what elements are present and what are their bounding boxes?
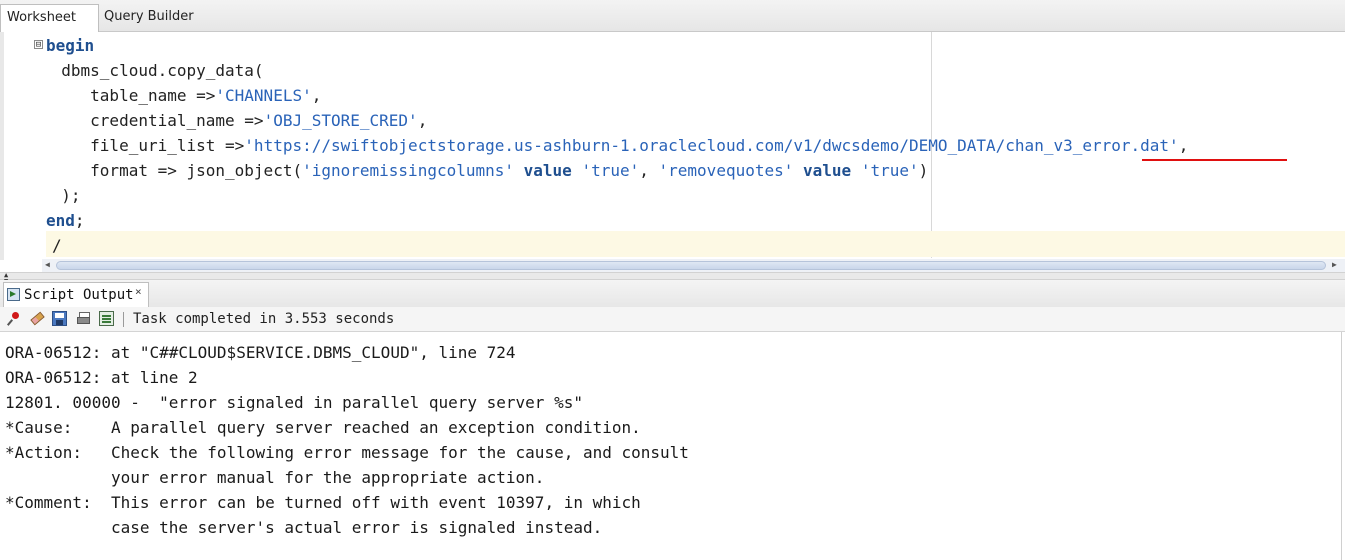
output-line: case the server's actual error is signal…: [5, 518, 603, 537]
code-text: /: [52, 236, 62, 255]
code-line-4: credential_name =>'OBJ_STORE_CRED',: [42, 108, 427, 133]
keyword: value: [514, 161, 582, 180]
scroll-left-icon[interactable]: ◀: [45, 260, 50, 269]
output-line: 12801. 00000 - "error signaled in parall…: [5, 393, 583, 412]
panel-splitter[interactable]: ▲ ▼: [0, 271, 1345, 285]
output-line: *Cause: A parallel query server reached …: [5, 418, 641, 437]
code-line-9: /: [52, 233, 62, 258]
output-right-border: [1341, 332, 1342, 560]
close-icon[interactable]: ×: [135, 280, 142, 304]
output-line: *Comment: This error can be turned off w…: [5, 493, 641, 512]
output-line: ORA-06512: at "C##CLOUD$SERVICE.DBMS_CLO…: [5, 343, 516, 362]
output-line: your error manual for the appropriate ac…: [5, 468, 545, 487]
code-line-2: dbms_cloud.copy_data(: [42, 58, 264, 83]
script-output-area[interactable]: * ORA-06512: at "C##CLOUD$SERVICE.DBMS_C…: [0, 332, 1345, 560]
output-icon[interactable]: [99, 311, 114, 326]
current-line-highlight: [46, 231, 1345, 257]
string-literal: 'OBJ_STORE_CRED': [263, 111, 418, 130]
eraser-icon[interactable]: [30, 311, 45, 326]
tab-worksheet[interactable]: Worksheet: [0, 4, 99, 32]
tab-query-builder[interactable]: Query Builder: [98, 4, 218, 30]
code-text: ,: [417, 111, 428, 130]
toolbar-separator: [123, 312, 124, 327]
tab-worksheet-label: Worksheet: [7, 10, 77, 25]
output-toolbar: Task completed in 3.553 seconds: [0, 307, 1345, 332]
output-line: ORA-06512: at line 2: [5, 368, 198, 387]
code-line-8: end;: [46, 208, 85, 233]
code-text: ): [918, 161, 929, 180]
keyword: end: [46, 211, 75, 230]
code-text: table_name =>: [42, 86, 216, 105]
sql-editor[interactable]: ⊟ begin dbms_cloud.copy_data( table_name…: [0, 32, 1345, 260]
script-icon: [7, 288, 20, 301]
code-line-7: );: [42, 183, 81, 208]
keyword: begin: [46, 36, 95, 55]
output-tab-bar: Script Output ×: [0, 280, 1345, 308]
task-status: Task completed in 3.553 seconds: [133, 311, 395, 327]
code-text: ;: [74, 211, 85, 230]
keyword: value: [793, 161, 861, 180]
code-line-5: file_uri_list =>'https://swiftobjectstor…: [42, 133, 1188, 158]
string-literal: 'removequotes': [658, 161, 794, 180]
code-text: credential_name =>: [42, 111, 264, 130]
tab-script-output[interactable]: Script Output ×: [3, 282, 149, 307]
code-text: );: [42, 186, 81, 205]
save-icon[interactable]: [52, 311, 67, 326]
string-literal: 'ignoremissingcolumns': [302, 161, 515, 180]
code-text: dbms_cloud.copy_data(: [42, 61, 264, 80]
tab-query-builder-label: Query Builder: [104, 9, 194, 24]
string-literal: 'CHANNELS': [215, 86, 312, 105]
code-text: ,: [639, 161, 659, 180]
code-line-3: table_name =>'CHANNELS',: [42, 83, 321, 108]
scroll-right-icon[interactable]: ▶: [1332, 260, 1337, 269]
code-line-6: format => json_object('ignoremissingcolu…: [42, 158, 928, 183]
code-text: ,: [311, 86, 322, 105]
scrollbar-thumb[interactable]: [56, 261, 1326, 270]
fold-icon[interactable]: ⊟: [34, 40, 43, 50]
string-literal: 'true': [581, 161, 640, 180]
pin-icon[interactable]: [7, 311, 22, 326]
tab-script-output-label: Script Output: [24, 287, 134, 303]
string-literal: 'true': [860, 161, 919, 180]
code-text: ,: [1178, 136, 1189, 155]
print-icon[interactable]: [76, 311, 91, 326]
error-file-underline: [1142, 159, 1287, 161]
output-line: *Action: Check the following error messa…: [5, 443, 689, 462]
editor-horizontal-scrollbar[interactable]: ◀ ▶: [42, 259, 1345, 272]
code-text: file_uri_list =>: [42, 136, 245, 155]
code-text: format => json_object(: [42, 161, 303, 180]
string-literal: 'https://swiftobjectstorage.us-ashburn-1…: [244, 136, 1179, 155]
code-line-1: begin: [46, 33, 94, 58]
worksheet-tab-bar: Worksheet Query Builder: [0, 0, 1345, 32]
